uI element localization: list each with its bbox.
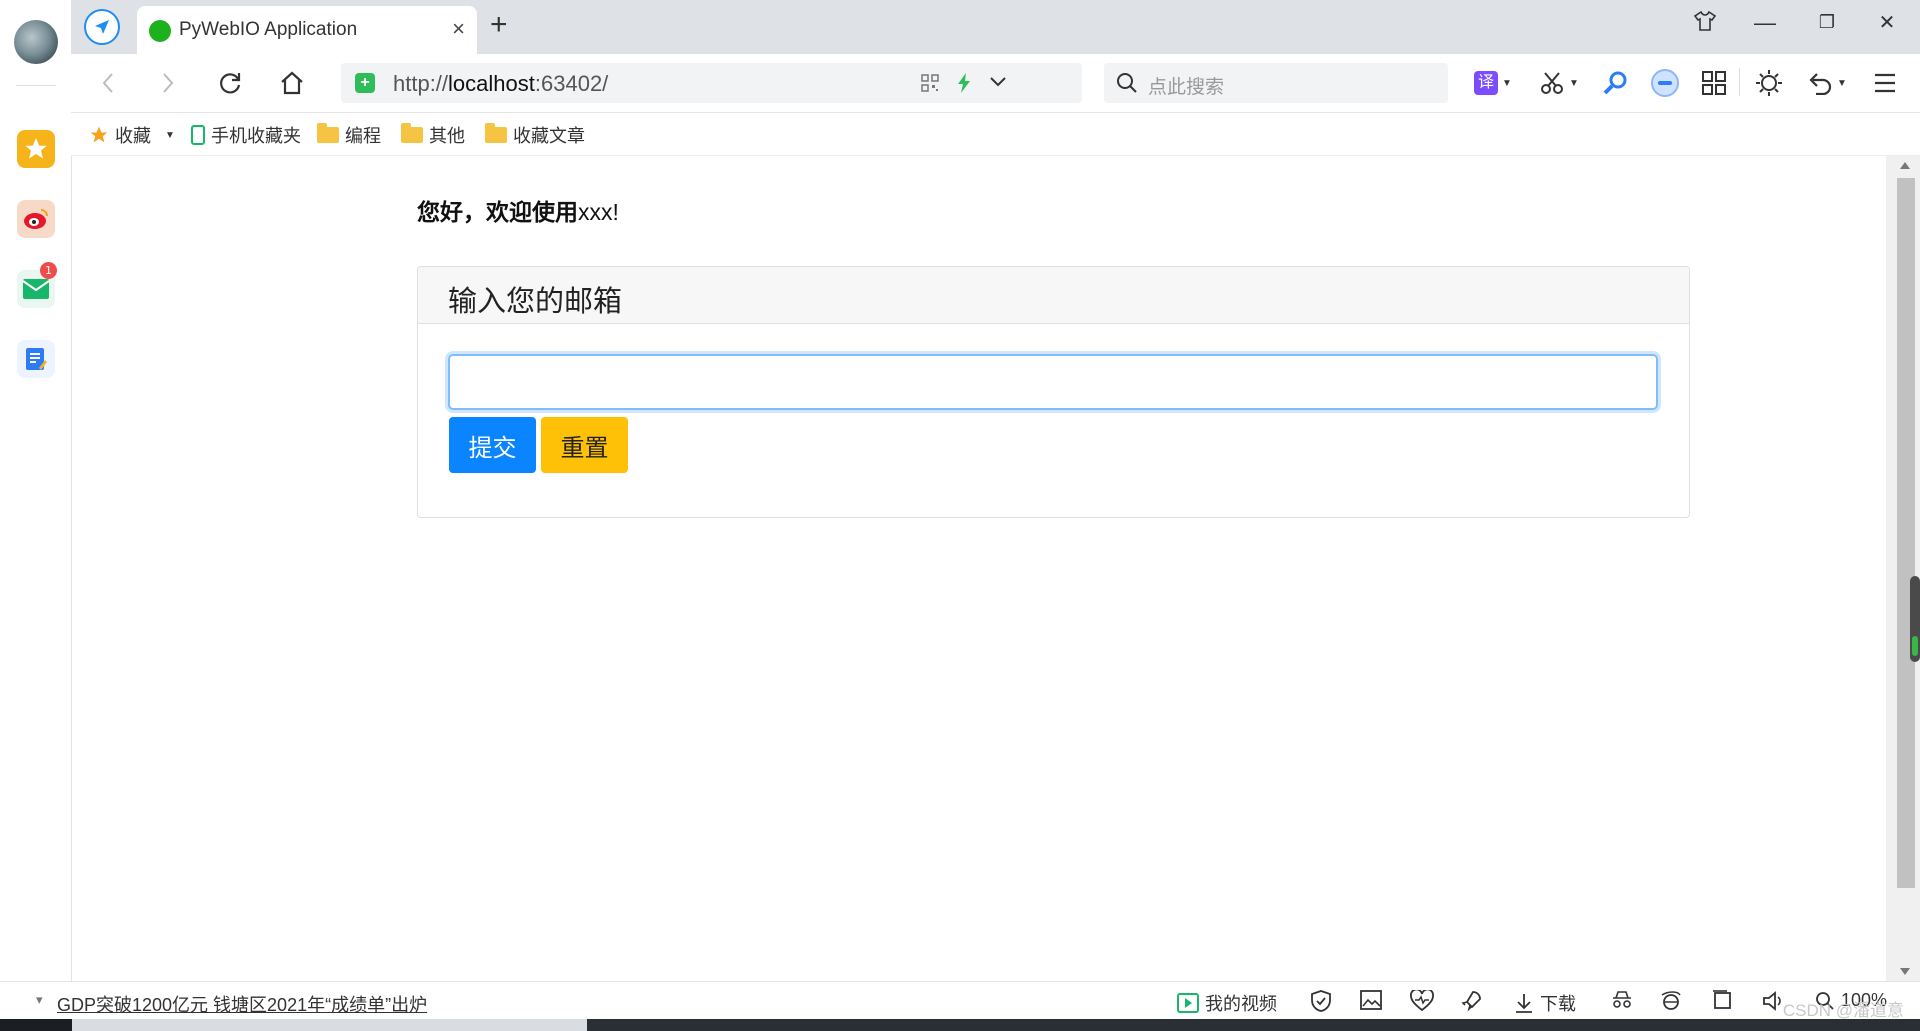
phone-icon bbox=[191, 125, 205, 145]
maximize-button[interactable]: ❐ bbox=[1812, 12, 1842, 33]
minimize-button[interactable]: — bbox=[1750, 10, 1780, 36]
taskbar-app-strip bbox=[72, 1019, 587, 1031]
side-widget-handle[interactable] bbox=[1910, 576, 1920, 662]
submit-button[interactable]: 提交 bbox=[449, 417, 536, 473]
welcome-text: 您好，欢迎使用xxx! bbox=[417, 199, 619, 225]
scroll-up-arrow-icon[interactable] bbox=[1900, 162, 1910, 169]
adblock-icon[interactable] bbox=[1651, 68, 1679, 98]
reset-button[interactable]: 重置 bbox=[541, 417, 628, 473]
scroll-thumb[interactable] bbox=[1897, 178, 1915, 888]
folder-icon bbox=[401, 123, 423, 143]
news-ticker-link[interactable]: GDP突破1200亿元 钱塘区2021年“成绩单”出炉 bbox=[57, 991, 427, 1017]
email-input[interactable] bbox=[448, 354, 1658, 410]
toolbar-divider bbox=[1739, 68, 1740, 96]
sidebar-divider bbox=[16, 85, 56, 86]
card-title: 输入您的邮箱 bbox=[448, 286, 623, 318]
reload-icon[interactable] bbox=[213, 66, 247, 100]
vertical-scrollbar[interactable] bbox=[1886, 156, 1920, 981]
watermark-text: CSDN @潘道意 bbox=[1782, 1001, 1904, 1020]
search-icon bbox=[1116, 72, 1138, 99]
user-avatar[interactable] bbox=[14, 20, 58, 64]
health-heart-icon[interactable] bbox=[1410, 990, 1434, 1012]
scroll-down-arrow-icon[interactable] bbox=[1900, 968, 1910, 975]
bookmark-folder-articles[interactable]: 收藏文章 bbox=[485, 122, 585, 148]
undo-icon[interactable]: ▼ bbox=[1807, 68, 1847, 98]
status-bar: ▾ GDP突破1200亿元 钱塘区2021年“成绩单”出炉 我的视频 下载 10… bbox=[0, 981, 1920, 1020]
tab-pywebio[interactable]: PyWebIO Application × bbox=[137, 6, 477, 54]
new-tab-button[interactable]: + bbox=[490, 8, 508, 42]
search-box[interactable]: 点此搜索 bbox=[1104, 63, 1448, 103]
chevron-down-icon[interactable]: ▾ bbox=[36, 992, 43, 1008]
folder-icon bbox=[485, 123, 507, 143]
zoom-lens-icon[interactable] bbox=[1601, 68, 1629, 98]
home-icon[interactable] bbox=[275, 66, 309, 100]
download-button[interactable]: 下载 bbox=[1514, 990, 1576, 1016]
skin-shirt-icon[interactable] bbox=[1690, 10, 1720, 38]
back-icon[interactable] bbox=[91, 66, 125, 100]
bookmark-folder-other[interactable]: 其他 bbox=[401, 122, 465, 148]
menu-icon[interactable] bbox=[1873, 68, 1897, 98]
folder-icon bbox=[317, 123, 339, 143]
video-play-icon bbox=[1177, 993, 1199, 1013]
lightning-icon[interactable] bbox=[956, 72, 972, 99]
apps-grid-icon[interactable] bbox=[1701, 68, 1727, 98]
incognito-icon[interactable] bbox=[1610, 990, 1634, 1010]
shield-icon[interactable] bbox=[1310, 990, 1332, 1012]
weibo-icon[interactable] bbox=[17, 200, 55, 238]
ie-compat-icon[interactable] bbox=[1660, 990, 1682, 1012]
forward-icon[interactable] bbox=[151, 66, 185, 100]
page-content: 您好，欢迎使用xxx! 输入您的邮箱 提交 重置 bbox=[72, 156, 1886, 981]
tab-favicon-icon bbox=[149, 20, 171, 42]
close-window-button[interactable]: ✕ bbox=[1872, 10, 1902, 35]
star-icon bbox=[90, 126, 108, 143]
rocket-icon[interactable] bbox=[1460, 990, 1482, 1012]
navigation-bar: + http://localhost:63402/ 点此搜索 译 ▼ ▼ ▼ bbox=[71, 54, 1920, 113]
taskbar-start bbox=[0, 1019, 72, 1031]
url-text[interactable]: http://localhost:63402/ bbox=[393, 71, 608, 97]
browser-left-sidebar: 1 bbox=[0, 0, 72, 981]
scissors-icon[interactable]: ▼ bbox=[1539, 68, 1579, 98]
search-placeholder: 点此搜索 bbox=[1148, 77, 1225, 98]
secure-shield-icon: + bbox=[355, 73, 375, 93]
email-form-card: 输入您的邮箱 提交 重置 bbox=[417, 266, 1690, 518]
notes-icon[interactable] bbox=[17, 340, 55, 378]
favorites-icon[interactable] bbox=[17, 130, 55, 168]
tab-close-button[interactable]: × bbox=[452, 16, 465, 42]
navigate-icon[interactable] bbox=[84, 9, 120, 45]
translate-icon[interactable]: 译 ▼ bbox=[1474, 68, 1512, 98]
window-icon[interactable] bbox=[1712, 990, 1732, 1010]
download-icon bbox=[1516, 994, 1532, 1013]
qr-code-icon[interactable] bbox=[921, 74, 939, 97]
bookmark-mobile[interactable]: 手机收藏夹 bbox=[191, 122, 301, 148]
my-video-button[interactable]: 我的视频 bbox=[1177, 990, 1277, 1016]
mail-badge: 1 bbox=[40, 262, 57, 279]
brightness-icon[interactable] bbox=[1754, 68, 1784, 98]
chevron-down-icon[interactable] bbox=[989, 75, 1007, 94]
address-bar[interactable]: + http://localhost:63402/ bbox=[341, 63, 1082, 103]
image-icon[interactable] bbox=[1360, 990, 1382, 1010]
bookmark-folder-programming[interactable]: 编程 bbox=[317, 122, 381, 148]
card-header: 输入您的邮箱 bbox=[418, 267, 1689, 324]
bookmarks-bar: 收藏 ▼ 手机收藏夹 编程 其他 收藏文章 bbox=[71, 113, 1920, 156]
tab-title: PyWebIO Application bbox=[179, 19, 358, 40]
bookmark-favorites[interactable]: 收藏 ▼ bbox=[89, 122, 175, 148]
